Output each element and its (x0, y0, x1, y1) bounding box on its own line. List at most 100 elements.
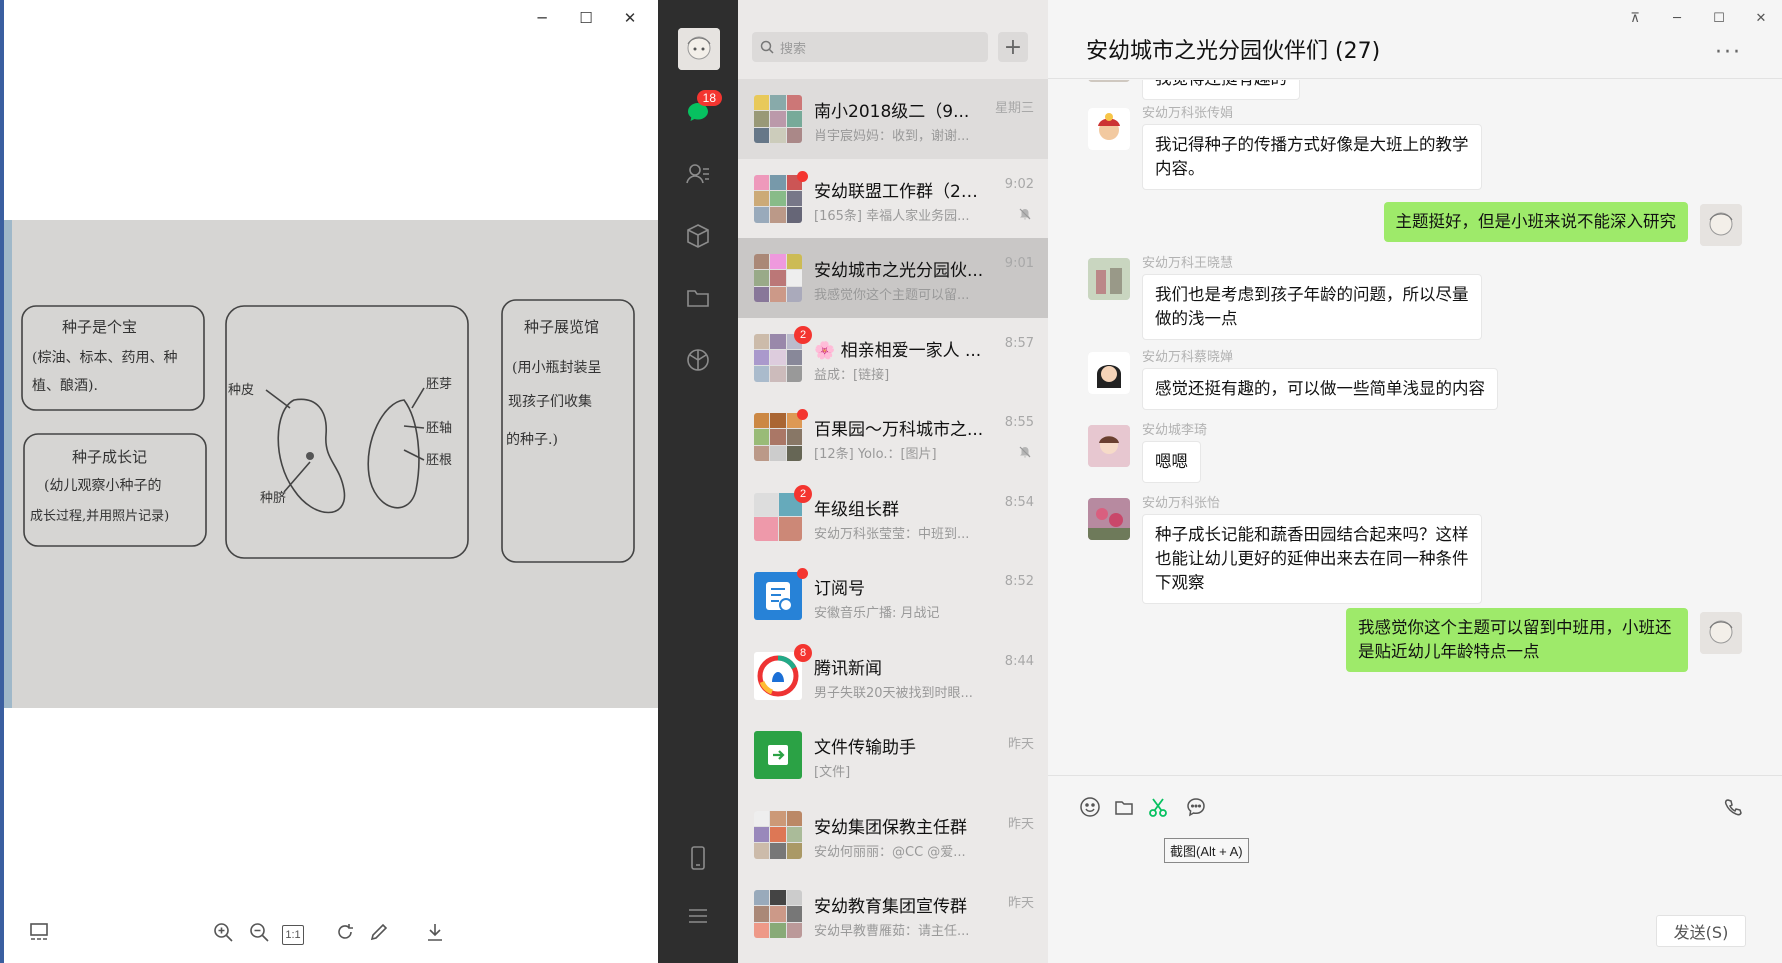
photo-label-hypocotyl: 胚轴 (426, 421, 452, 436)
chat-name: 安幼城市之光分园伙... (814, 261, 984, 281)
photo-box1-line1: (棕油、标本、药用、种 (32, 350, 177, 366)
chat-maximize-button[interactable]: ☐ (1698, 4, 1740, 32)
chat-item[interactable]: 百果园～万科城市之... 8:55 [12条] Yolo.：[图片] (738, 397, 1048, 477)
pin-window-button[interactable]: ⊼ (1614, 4, 1656, 32)
moments-icon[interactable] (678, 340, 718, 380)
unread-dot (797, 568, 808, 579)
photo-label-radicle: 胚根 (426, 453, 452, 468)
chat-item-active[interactable]: 安幼城市之光分园伙... 9:01 我感觉你这个主题可以留... (738, 238, 1048, 318)
chat-preview: [165条] 幸福人家业务园... (814, 208, 970, 224)
image-viewer-window: ─ ☐ ✕ 种子是个宝 (棕油、标本、药用、种 植、酿酒). 种子成长记 (幼儿… (0, 0, 658, 963)
unread-count-badge: 2 (794, 325, 812, 344)
sender-name: 安幼万科张怡 (1142, 496, 1221, 511)
chat-preview: [文件] (814, 765, 851, 780)
favorites-box-icon[interactable] (678, 216, 718, 256)
voice-call-icon[interactable] (1720, 793, 1748, 821)
my-avatar[interactable] (678, 28, 720, 70)
chat-preview: 我感觉你这个主题可以留... (814, 288, 970, 303)
chat-list-panel: 搜索 + 南小2018级二（9... 星期三 肖宇宸妈妈：收到，谢谢... 安幼… (738, 0, 1048, 963)
send-button[interactable]: 发送(S) (1656, 915, 1746, 947)
message-bubble: 主题挺好，但是小班来说不能深入研究 (1383, 202, 1688, 242)
group-avatar (754, 254, 802, 302)
hand-drawn-seed-plan-photo: 种子是个宝 (棕油、标本、药用、种 植、酿酒). 种子成长记 (幼儿观察小种子的… (4, 220, 658, 708)
mobile-phone-icon[interactable] (678, 838, 718, 878)
chat-item[interactable]: 2 🌸 相亲相爱一家人 ... 8:57 益成：[链接] (738, 318, 1048, 398)
chat-history-icon[interactable] (1182, 793, 1210, 821)
chat-header: 安幼城市之光分园伙伴们 (27) ··· ⊼ ─ ☐ ✕ (1048, 0, 1782, 79)
viewer-close-button[interactable]: ✕ (608, 4, 652, 32)
photo-box2-line2: 成长过程,并用照片记录) (30, 509, 169, 524)
zoom-out-icon[interactable] (246, 919, 272, 945)
mute-bell-icon (1019, 446, 1031, 458)
subscription-avatar (754, 572, 802, 620)
chat-item[interactable]: 安幼教育集团宣传群 昨天 安幼早教曹雁茹：请主任... (738, 874, 1048, 954)
chat-item[interactable]: 2 年级组长群 8:54 安幼万科张莹莹：中班到... (738, 477, 1048, 557)
unread-dot (797, 409, 808, 420)
chat-time: 8:57 (1004, 335, 1034, 351)
photo-box2-title: 种子成长记 (72, 448, 147, 466)
chat-name: 安幼教育集团宣传群 (814, 897, 967, 917)
folder-icon[interactable] (678, 278, 718, 318)
chat-time: 8:44 (1004, 653, 1034, 669)
zoom-in-icon[interactable] (210, 919, 236, 945)
chat-name: 南小2018级二（9... (814, 102, 970, 122)
chat-name: 腾讯新闻 (814, 658, 882, 679)
message-bubble: 感觉还挺有趣的，可以做一些简单浅显的内容 (1142, 368, 1498, 410)
photo-label-hilum: 种脐 (260, 491, 286, 506)
chat-close-button[interactable]: ✕ (1740, 4, 1782, 32)
chat-time: 8:55 (1004, 415, 1034, 430)
chat-nav-icon[interactable]: 18 (678, 90, 722, 132)
screenshot-scissors-icon[interactable] (1144, 793, 1172, 821)
chat-item[interactable]: 南小2018级二（9... 星期三 肖宇宸妈妈：收到，谢谢... (738, 79, 1048, 159)
chat-items: 南小2018级二（9... 星期三 肖宇宸妈妈：收到，谢谢... 安幼联盟工作群… (738, 79, 1048, 954)
chat-item[interactable]: 8 腾讯新闻 8:44 男子失联20天被找到时眼... (738, 636, 1048, 716)
screenshot-tooltip: 截图(Alt + A) (1164, 838, 1249, 863)
chat-time: 昨天 (1007, 737, 1034, 752)
chat-item[interactable]: 订阅号 8:52 安徽音乐广播: 月战记 (738, 556, 1048, 636)
group-avatar (754, 890, 802, 938)
chat-item[interactable]: 安幼联盟工作群（20... 9:02 [165条] 幸福人家业务园... (738, 159, 1048, 239)
search-icon (760, 40, 774, 54)
chat-more-button[interactable]: ··· (1715, 40, 1742, 65)
viewer-minimize-button[interactable]: ─ (520, 4, 564, 32)
download-icon[interactable] (422, 919, 448, 945)
chat-name: 年级组长群 (814, 499, 899, 520)
message-bubble: 我记得种子的传播方式好像是大班上的教学内容。 (1142, 124, 1482, 190)
chat-time: 9:01 (1004, 256, 1034, 271)
viewer-toolbar: 1:1 (4, 903, 658, 963)
chat-item[interactable]: 文件传输助手 昨天 [文件] (738, 715, 1048, 795)
chat-time: 9:02 (1004, 176, 1034, 192)
sender-avatar (1088, 258, 1130, 300)
message-bubble: 我们也是考虑到孩子年龄的问题，所以尽量做的浅一点 (1142, 274, 1482, 340)
chat-name: 百果园～万科城市之... (814, 420, 984, 440)
sender-name: 安幼万科王晓慧 (1142, 256, 1234, 271)
actual-size-button[interactable]: 1:1 (282, 925, 304, 945)
sender-avatar (1088, 498, 1130, 540)
chat-name: 🌸 相亲相爱一家人 ... (814, 340, 982, 361)
chat-minimize-button[interactable]: ─ (1656, 4, 1698, 32)
sender-name: 安幼万科张传娟 (1142, 106, 1234, 121)
tencent-news-avatar (754, 651, 802, 700)
photo-box2-line1: (幼儿观察小种子的 (44, 477, 161, 494)
thumbnail-toggle-icon[interactable] (26, 919, 52, 945)
chat-item[interactable]: 安幼集团保教主任群 昨天 安幼何丽丽：@CC @爱... (738, 795, 1048, 875)
chat-preview: [12条] Yolo.：[图片] (814, 447, 937, 462)
group-avatar (754, 95, 802, 143)
emoji-icon[interactable] (1076, 793, 1104, 821)
rotate-icon[interactable] (332, 919, 358, 945)
group-avatar (754, 810, 802, 859)
send-file-icon[interactable] (1110, 793, 1138, 821)
start-group-chat-button[interactable]: + (998, 32, 1028, 62)
chat-preview: 男子失联20天被找到时眼... (814, 685, 973, 701)
menu-icon[interactable] (678, 896, 718, 936)
message-composer: 截图(Alt + A) 发送(S) (1048, 775, 1782, 963)
search-placeholder: 搜索 (780, 41, 807, 57)
edit-pencil-icon[interactable] (366, 919, 392, 945)
contacts-icon[interactable] (678, 154, 718, 194)
viewer-maximize-button[interactable]: ☐ (564, 4, 608, 32)
group-avatar (754, 333, 802, 382)
chat-time: 星期三 (994, 101, 1034, 116)
chat-preview: 安幼早教曹雁茹：请主任... (814, 924, 970, 939)
group-avatar (754, 492, 802, 541)
search-box[interactable]: 搜索 (752, 32, 988, 62)
